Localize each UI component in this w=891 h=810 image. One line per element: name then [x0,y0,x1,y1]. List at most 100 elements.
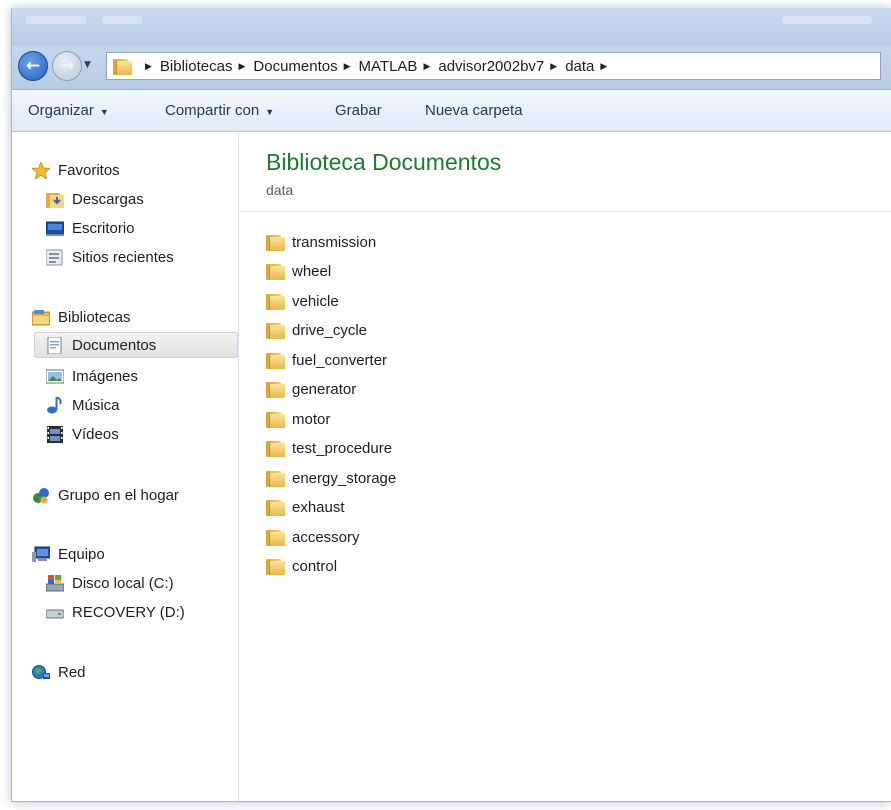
breadcrumb-item[interactable]: MATLAB ▶ [359,58,439,75]
nav-item-pictures[interactable]: Imágenes [45,363,138,389]
chevron-down-icon: ▼ [265,107,275,117]
organize-label: Organizar [28,102,94,119]
burn-label: Grabar [335,102,382,119]
nav-item-network[interactable]: Red [32,659,86,685]
forward-button[interactable]: → [52,51,82,81]
nav-item-videos[interactable]: Vídeos [46,421,119,447]
breadcrumb-separator-icon[interactable]: ▶ [238,61,245,72]
breadcrumb-label: advisor2002bv7 [438,57,545,75]
folder-icon [266,293,285,310]
nav-item-libraries[interactable]: Bibliotecas [31,304,131,330]
folder-item-vehicle[interactable]: vehicle [266,289,339,313]
breadcrumb-separator-icon[interactable]: ▶ [550,61,557,72]
breadcrumb-item[interactable]: data ▶ [565,58,615,75]
nav-item-homegroup[interactable]: Grupo en el hogar [32,482,179,508]
breadcrumb-label: MATLAB [358,57,418,75]
nav-label: Favoritos [58,161,120,179]
nav-label: Disco local (C:) [72,574,174,592]
folder-item-transmission[interactable]: transmission [266,230,376,254]
breadcrumb-separator-icon[interactable]: ▶ [344,61,351,72]
nav-item-local-disk[interactable]: Disco local (C:) [45,570,174,596]
nav-item-favorites[interactable]: Favoritos [30,157,120,183]
folder-name: transmission [292,233,377,251]
organize-button[interactable]: Organizar ▼ [28,102,109,119]
folder-item-accessory[interactable]: accessory [266,525,360,549]
recent-places-icon [45,249,64,266]
arrow-left-icon: ← [25,56,41,76]
nav-item-music[interactable]: Música [46,392,120,418]
title-bar [12,8,891,46]
folder-item-fuel-converter[interactable]: fuel_converter [266,348,387,372]
nav-label: Sitios recientes [72,248,174,266]
nav-label: Grupo en el hogar [58,486,179,504]
breadcrumb-item[interactable]: advisor2002bv7 ▶ [438,58,565,75]
folder-name: energy_storage [292,469,397,487]
folder-icon [266,352,285,369]
share-label: Compartir con [165,102,260,119]
nav-label: Imágenes [72,367,138,385]
libraries-icon [31,309,51,326]
nav-item-recent-places[interactable]: Sitios recientes [45,244,174,270]
folder-item-exhaust[interactable]: exhaust [266,495,345,519]
folder-item-test-procedure[interactable]: test_procedure [266,436,392,460]
folder-item-drive-cycle[interactable]: drive_cycle [266,318,367,342]
nav-item-recovery-drive[interactable]: RECOVERY (D:) [45,599,185,625]
breadcrumb-item[interactable]: Documentos ▶ [253,58,358,75]
folder-icon [266,381,285,398]
folder-icon [113,58,132,75]
nav-label: Bibliotecas [58,308,131,326]
library-header-divider [240,211,891,212]
burn-button[interactable]: Grabar [335,102,382,119]
folder-name: exhaust [292,498,345,516]
new-folder-button[interactable]: Nueva carpeta [425,102,523,119]
folder-name: motor [292,410,331,428]
local-disk-icon [45,574,65,592]
folder-icon [266,499,285,516]
chevron-down-icon: ▼ [99,107,109,117]
folder-icon [266,558,285,575]
folder-icon [266,440,285,457]
nav-label: Escritorio [72,219,135,237]
folder-item-motor[interactable]: motor [266,407,330,431]
breadcrumb-label: data [565,57,595,75]
folder-name: drive_cycle [292,321,368,339]
explorer-window: ← → ▼ ▶ Bibliotecas ▶ Documentos ▶ MATLAB ▶… [11,8,891,802]
nav-item-documents[interactable]: Documentos [34,332,238,358]
folder-item-wheel[interactable]: wheel [266,259,331,283]
breadcrumb-separator-icon[interactable]: ▶ [423,61,430,72]
folder-name: fuel_converter [292,351,388,369]
recent-pages-button[interactable]: ▼ [84,60,96,72]
new-folder-label: Nueva carpeta [425,102,523,119]
network-icon [32,664,50,681]
nav-label: RECOVERY (D:) [72,603,185,621]
computer-icon [32,546,51,563]
library-title: Biblioteca Documentos [266,149,502,175]
address-bar[interactable]: ▶ Bibliotecas ▶ Documentos ▶ MATLAB ▶ advis… [106,52,881,80]
folder-name: accessory [292,528,360,546]
nav-label: Descargas [72,190,144,208]
nav-item-computer[interactable]: Equipo [32,541,105,567]
music-icon [46,395,64,414]
folder-name: control [292,557,338,575]
share-with-button[interactable]: Compartir con ▼ [165,102,274,119]
folder-icon [266,411,285,428]
folder-item-control[interactable]: control [266,554,337,578]
breadcrumb-label: Documentos [253,57,338,75]
breadcrumb-separator-icon[interactable]: ▶ [600,61,607,72]
nav-item-desktop[interactable]: Escritorio [45,215,135,241]
navigation-pane: Favoritos Descargas Escritorio Sitios re… [12,133,239,801]
command-bar: Organizar ▼ Compartir con ▼ Grabar Nueva c… [12,90,891,132]
breadcrumb-label: Bibliotecas [159,57,233,75]
breadcrumb-item[interactable]: Bibliotecas ▶ [160,58,253,75]
folder-name: wheel [292,262,332,280]
nav-item-downloads[interactable]: Descargas [46,186,144,212]
back-button[interactable]: ← [18,51,48,81]
breadcrumb-separator-icon: ▶ [145,60,152,71]
folder-item-energy-storage[interactable]: energy_storage [266,466,396,490]
downloads-folder-icon [46,191,64,208]
folder-item-generator[interactable]: generator [266,377,356,401]
videos-icon [46,425,64,443]
folder-icon [266,322,285,339]
nav-label: Red [58,663,86,681]
arrow-right-icon: → [59,56,75,76]
